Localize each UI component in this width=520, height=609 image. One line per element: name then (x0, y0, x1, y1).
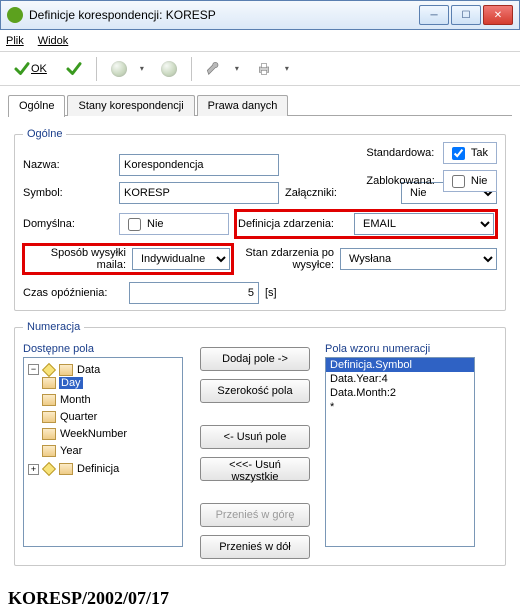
label-symbol: Symbol: (23, 187, 113, 199)
checkbox-standard-text: Tak (471, 147, 488, 159)
label-locked: Zablokowana: (366, 175, 435, 187)
preview-text: KORESP/2002/07/17 (8, 588, 512, 609)
printer-icon (255, 60, 273, 78)
checkbox-default[interactable]: Nie (119, 213, 229, 235)
tree-item[interactable]: Month (59, 394, 92, 406)
remove-button[interactable] (153, 57, 185, 81)
ok-label: OK (31, 63, 47, 75)
diamond-icon (42, 462, 56, 476)
tab-rights[interactable]: Prawa danych (197, 95, 289, 116)
label-sendmode: Sposób wysyłki maila: (26, 247, 126, 271)
minimize-button[interactable]: ─ (419, 5, 449, 25)
label-available: Dostępne pola (23, 343, 185, 355)
tree-item[interactable]: WeekNumber (59, 428, 128, 440)
label-delay: Czas opóźnienia: (23, 287, 123, 299)
select-sendmode[interactable]: Indywidualne (132, 248, 230, 270)
folder-icon (59, 364, 73, 376)
label-afterstate: Stan zdarzenia po wysyłce: (239, 247, 334, 271)
field-icon (42, 377, 56, 389)
checkbox-locked-text: Nie (471, 175, 488, 187)
label-eventdef: Definicja zdarzenia: (238, 218, 348, 230)
group-numbering-legend: Numeracja (23, 321, 84, 333)
check-icon (13, 60, 31, 78)
title-bar: Definicje korespondencji: KORESP ─ ☐ ✕ (0, 0, 520, 30)
list-item[interactable]: Data.Year:4 (326, 372, 474, 386)
tree-item[interactable]: Year (59, 445, 83, 457)
field-icon (42, 445, 56, 457)
close-button[interactable]: ✕ (483, 5, 513, 25)
field-icon (42, 394, 56, 406)
separator (96, 57, 97, 81)
list-item[interactable]: * (326, 400, 474, 414)
menu-view[interactable]: Widok (38, 35, 69, 47)
folder-icon (59, 463, 73, 475)
list-item[interactable]: Definicja.Symbol (326, 358, 474, 372)
ok-button[interactable]: OK (6, 57, 54, 81)
select-afterstate[interactable]: Wysłana (340, 248, 497, 270)
tab-general[interactable]: Ogólne (8, 95, 65, 117)
add-dropdown[interactable]: ▾ (135, 61, 149, 76)
button-move-down[interactable]: Przenieś w dół (200, 535, 310, 559)
tools-button[interactable] (198, 57, 230, 81)
checkbox-locked-input[interactable] (452, 175, 465, 188)
group-general: Ogólne Standardowa: Tak Zablokowana: Nie… (14, 128, 506, 311)
input-symbol[interactable] (119, 182, 279, 204)
label-name: Nazwa: (23, 159, 113, 171)
app-icon (7, 7, 23, 23)
print-button[interactable] (248, 57, 280, 81)
tab-panel-general: Ogólne Standardowa: Tak Zablokowana: Nie… (8, 116, 512, 582)
separator (191, 57, 192, 81)
input-delay[interactable] (129, 282, 259, 304)
group-general-legend: Ogólne (23, 128, 66, 140)
tab-strip: Ogólne Stany korespondencji Prawa danych (8, 92, 512, 116)
collapse-icon[interactable]: − (28, 364, 39, 375)
checkbox-standard[interactable]: Tak (443, 142, 497, 164)
maximize-button[interactable]: ☐ (451, 5, 481, 25)
list-pattern[interactable]: Definicja.Symbol Data.Year:4 Data.Month:… (325, 357, 475, 547)
input-name[interactable] (119, 154, 279, 176)
checkbox-locked[interactable]: Nie (443, 170, 497, 192)
button-add-field[interactable]: Dodaj pole -> (200, 347, 310, 371)
checkbox-default-text: Nie (147, 218, 164, 230)
expand-icon[interactable]: + (28, 464, 39, 475)
menu-file[interactable]: Plik (6, 35, 24, 47)
window-title: Definicje korespondencji: KORESP (29, 8, 419, 22)
button-remove-all[interactable]: <<<- Usuń wszystkie (200, 457, 310, 481)
tree-available[interactable]: −Data Day Month Quarter WeekNumber Year … (23, 357, 183, 547)
label-pattern: Pola wzoru numeracji (325, 343, 497, 355)
tree-node-definicja[interactable]: Definicja (76, 463, 120, 475)
tree-item[interactable]: Day (59, 377, 83, 389)
check-icon (65, 60, 83, 78)
add-button[interactable] (103, 57, 135, 81)
checkbox-standard-input[interactable] (452, 147, 465, 160)
field-icon (42, 428, 56, 440)
tree-item[interactable]: Quarter (59, 411, 98, 423)
diamond-icon (42, 362, 56, 376)
plus-orb-icon (111, 61, 127, 77)
menu-bar: Plik Widok (0, 30, 520, 52)
label-standard: Standardowa: (366, 147, 435, 159)
button-remove-field[interactable]: <- Usuń pole (200, 425, 310, 449)
select-eventdef[interactable]: EMAIL (354, 213, 494, 235)
checkbox-default-input[interactable] (128, 218, 141, 231)
label-delay-unit: [s] (265, 287, 295, 299)
apply-button[interactable] (58, 57, 90, 81)
field-icon (42, 411, 56, 423)
list-item[interactable]: Data.Month:2 (326, 386, 474, 400)
group-numbering: Numeracja Dostępne pola −Data Day Month … (14, 321, 506, 566)
tools-dropdown[interactable]: ▾ (230, 61, 244, 76)
label-default: Domyślna: (23, 218, 113, 230)
button-move-up[interactable]: Przenieś w górę (200, 503, 310, 527)
tree-node-data[interactable]: Data (76, 364, 101, 376)
tab-states[interactable]: Stany korespondencji (67, 95, 194, 116)
wrench-icon (205, 60, 223, 78)
toolbar: OK ▾ ▾ ▾ (0, 52, 520, 86)
button-field-width[interactable]: Szerokość pola (200, 379, 310, 403)
minus-orb-icon (161, 61, 177, 77)
print-dropdown[interactable]: ▾ (280, 61, 294, 76)
